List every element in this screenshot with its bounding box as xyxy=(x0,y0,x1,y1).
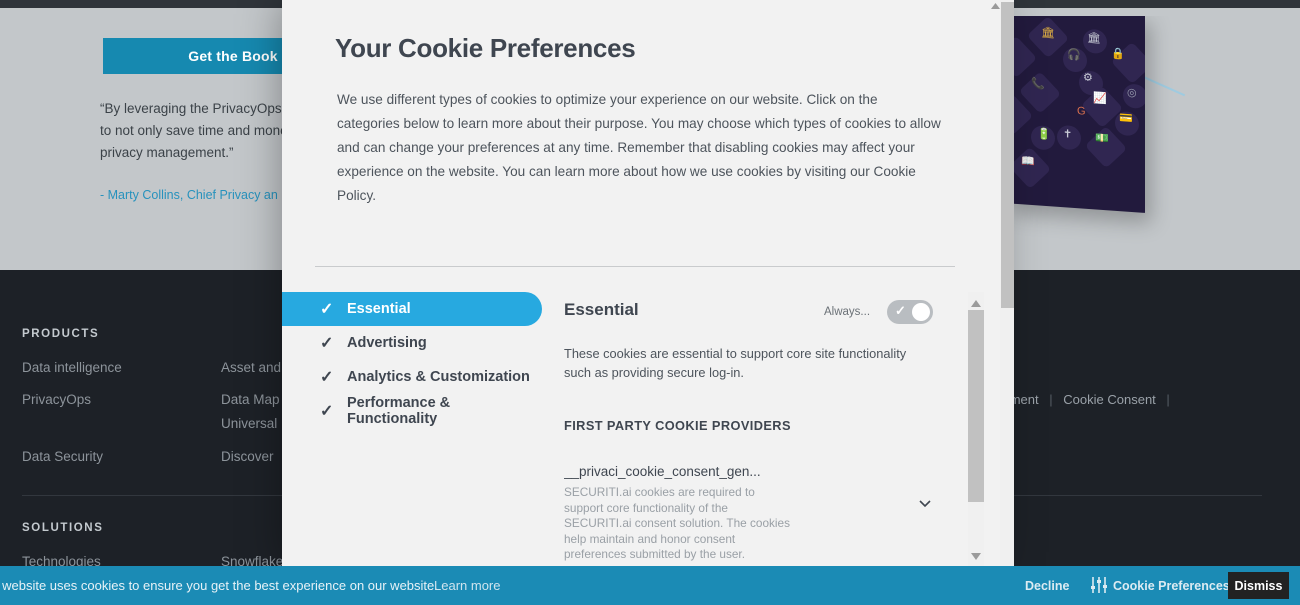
dismiss-button[interactable]: Dismiss xyxy=(1228,572,1289,599)
category-label: Analytics & Customization xyxy=(347,369,530,385)
cookie-category-list: ✓ Essential ✓ Advertising ✓ Analytics & … xyxy=(282,292,542,428)
money-icon: 💵 xyxy=(1095,132,1109,146)
illustration-icon-card: 🏛 🏛 🔒 ⬢ 🎧 ⚙ 📞 ◎ 📈 ☁ G 💳 🔋 ✝ 💵 📖 xyxy=(1005,16,1145,213)
essential-toggle-switch[interactable]: ✓ xyxy=(887,300,933,324)
modal-title: Your Cookie Preferences xyxy=(335,33,636,63)
detail-description: These cookies are essential to support c… xyxy=(564,346,907,380)
scroll-up-arrow-icon[interactable] xyxy=(971,300,981,307)
modal-scrollbar-thumb[interactable] xyxy=(1001,2,1014,308)
check-icon: ✓ xyxy=(320,301,334,318)
target-icon: ◎ xyxy=(1127,86,1137,100)
bank-icon: 🏛 xyxy=(1041,26,1055,40)
footer-link-data-security[interactable]: Data Security xyxy=(22,449,103,464)
toggle-knob xyxy=(912,303,930,321)
card-icon: 💳 xyxy=(1119,112,1133,126)
provider-name: __privaci_cookie_consent_gen... xyxy=(564,464,761,479)
footer-heading-solutions: SOLUTIONS xyxy=(22,522,104,534)
category-item-advertising[interactable]: ✓ Advertising xyxy=(282,326,542,360)
footer-link-discover[interactable]: Discover xyxy=(221,449,274,464)
modal-divider xyxy=(315,266,955,267)
headphones-icon: 🎧 xyxy=(1067,48,1081,62)
category-item-analytics-customization[interactable]: ✓ Analytics & Customization xyxy=(282,360,542,394)
provider-description: SECURITI.ai cookies are required to supp… xyxy=(564,485,790,561)
museum-icon: 🏛 xyxy=(1087,31,1101,45)
check-icon: ✓ xyxy=(320,403,334,420)
cookie-preferences-modal: Your Cookie Preferences We use different… xyxy=(282,0,1000,566)
footer-link-cookie-consent[interactable]: Cookie Consent xyxy=(1063,392,1156,407)
book-icon: 📖 xyxy=(1021,155,1035,169)
footer-link-asset-and[interactable]: Asset and xyxy=(221,360,281,375)
check-icon: ✓ xyxy=(895,303,906,318)
category-item-essential[interactable]: ✓ Essential xyxy=(282,292,542,326)
first-party-providers-heading: FIRST PARTY COOKIE PROVIDERS xyxy=(564,418,791,433)
chart-icon: 📈 xyxy=(1093,92,1107,106)
footer-heading-products: PRODUCTS xyxy=(22,328,100,340)
cookie-consent-banner: s website uses cookies to ensure you get… xyxy=(0,566,1300,605)
chevron-down-icon[interactable] xyxy=(918,496,932,510)
battery-icon: 🔋 xyxy=(1037,128,1051,142)
category-detail-panel: Essential Always... ✓ These cookies are … xyxy=(564,292,972,565)
phone-icon: 📞 xyxy=(1031,77,1045,91)
hero-illustration: 🏛 🏛 🔒 ⬢ 🎧 ⚙ 📞 ◎ 📈 ☁ G 💳 🔋 ✝ 💵 📖 xyxy=(1000,16,1300,278)
check-icon: ✓ xyxy=(320,335,334,352)
check-icon: ✓ xyxy=(320,369,334,386)
category-label: Performance & Functionality xyxy=(347,395,451,427)
footer-link-data-intelligence[interactable]: Data intelligence xyxy=(22,360,122,375)
modal-scroll-up-arrow-icon[interactable] xyxy=(991,3,1000,9)
network-icon: ⚙ xyxy=(1083,71,1093,85)
footer-link-universal[interactable]: Universal xyxy=(221,416,277,431)
banner-message: s website uses cookies to ensure you get… xyxy=(0,578,438,593)
shield-lock-icon: 🔒 xyxy=(1111,47,1125,61)
sliders-icon[interactable] xyxy=(1090,577,1108,593)
detail-scrollbar-thumb[interactable] xyxy=(968,310,984,502)
modal-description: We use different types of cookies to opt… xyxy=(337,92,941,203)
footer-link-separator-2: | xyxy=(1166,392,1170,407)
category-label: Essential xyxy=(347,301,411,317)
footer-link-privacyops[interactable]: PrivacyOps xyxy=(22,392,91,407)
cross-icon: ✝ xyxy=(1063,128,1073,141)
category-item-performance-functionality[interactable]: ✓ Performance & Functionality xyxy=(282,394,542,428)
google-icon: G xyxy=(1077,105,1086,118)
always-on-label: Always... xyxy=(824,306,871,318)
cookie-provider-item[interactable]: __privaci_cookie_consent_gen... SECURITI… xyxy=(564,464,931,563)
page-root: Get the Book “By leveraging the PrivacyO… xyxy=(0,0,1300,605)
cookie-preferences-button[interactable]: Cookie Preferences xyxy=(1113,579,1230,593)
banner-learn-more-link[interactable]: Learn more xyxy=(434,578,500,593)
footer-link-data-map[interactable]: Data Map xyxy=(221,392,280,407)
footer-link-separator-1: | xyxy=(1049,392,1053,407)
illustration-connector-line-angled xyxy=(1138,74,1186,97)
detail-title: Essential xyxy=(564,300,639,319)
decline-button[interactable]: Decline xyxy=(1025,579,1069,593)
category-label: Advertising xyxy=(347,335,427,351)
scroll-down-arrow-icon[interactable] xyxy=(971,553,981,560)
